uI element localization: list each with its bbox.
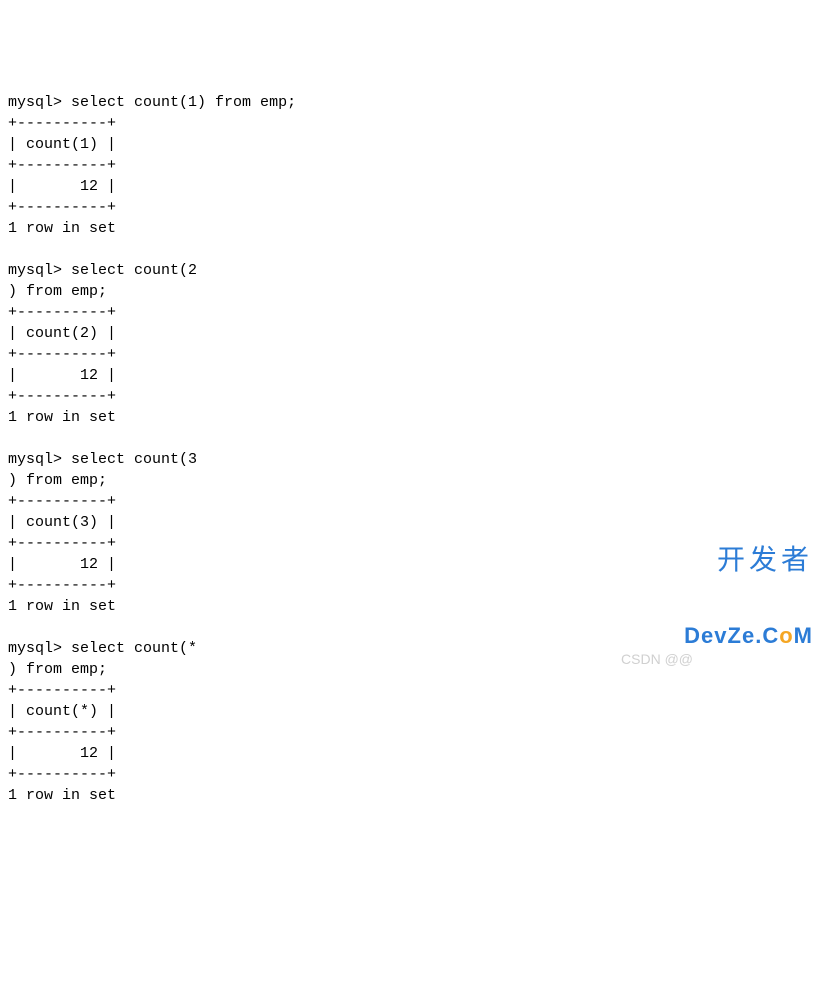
result-footer: 1 row in set — [8, 598, 116, 615]
sql-line: ) from emp; — [8, 472, 107, 489]
watermark-line1: 开发者 — [684, 540, 813, 579]
table-border: +----------+ — [8, 388, 116, 405]
table-border: +----------+ — [8, 766, 116, 783]
prompt: mysql> — [8, 262, 62, 279]
table-border: +----------+ — [8, 682, 116, 699]
table-value-row: | 12 | — [8, 745, 116, 762]
sql-line: select count(2 — [71, 262, 197, 279]
result-footer: 1 row in set — [8, 220, 116, 237]
table-border: +----------+ — [8, 304, 116, 321]
brand-part2: M — [794, 623, 813, 648]
csdn-watermark: CSDN @@ — [621, 650, 693, 670]
table-value-row: | 12 | — [8, 367, 116, 384]
prompt: mysql> — [8, 451, 62, 468]
table-border: +----------+ — [8, 346, 116, 363]
table-header: | count(2) | — [8, 325, 116, 342]
devze-watermark: 开发者 DevZe.CoM — [684, 498, 813, 673]
table-border: +----------+ — [8, 157, 116, 174]
mysql-terminal-output: mysql> select count(1) from emp; +------… — [8, 92, 825, 806]
table-value-row: | 12 | — [8, 556, 116, 573]
table-border: +----------+ — [8, 493, 116, 510]
prompt: mysql> — [8, 640, 62, 657]
table-border: +----------+ — [8, 199, 116, 216]
sql-line: ) from emp; — [8, 283, 107, 300]
brand-o: o — [779, 623, 793, 648]
table-header: | count(1) | — [8, 136, 116, 153]
query-block-2: mysql> select count(2 ) from emp; +-----… — [8, 262, 197, 426]
sql-line: select count(* — [71, 640, 197, 657]
brand-part1: DevZe.C — [684, 623, 779, 648]
query-block-1: mysql> select count(1) from emp; +------… — [8, 94, 296, 237]
table-header: | count(*) | — [8, 703, 116, 720]
query-block-3: mysql> select count(3 ) from emp; +-----… — [8, 451, 197, 615]
table-border: +----------+ — [8, 724, 116, 741]
sql-line: select count(1) from emp; — [71, 94, 296, 111]
sql-line: ) from emp; — [8, 661, 107, 678]
table-value-row: | 12 | — [8, 178, 116, 195]
prompt: mysql> — [8, 94, 62, 111]
table-border: +----------+ — [8, 535, 116, 552]
watermark-brand: DevZe.CoM — [684, 621, 813, 652]
sql-line: select count(3 — [71, 451, 197, 468]
table-header: | count(3) | — [8, 514, 116, 531]
result-footer: 1 row in set — [8, 787, 116, 804]
query-block-4: mysql> select count(* ) from emp; +-----… — [8, 640, 197, 804]
table-border: +----------+ — [8, 115, 116, 132]
table-border: +----------+ — [8, 577, 116, 594]
result-footer: 1 row in set — [8, 409, 116, 426]
